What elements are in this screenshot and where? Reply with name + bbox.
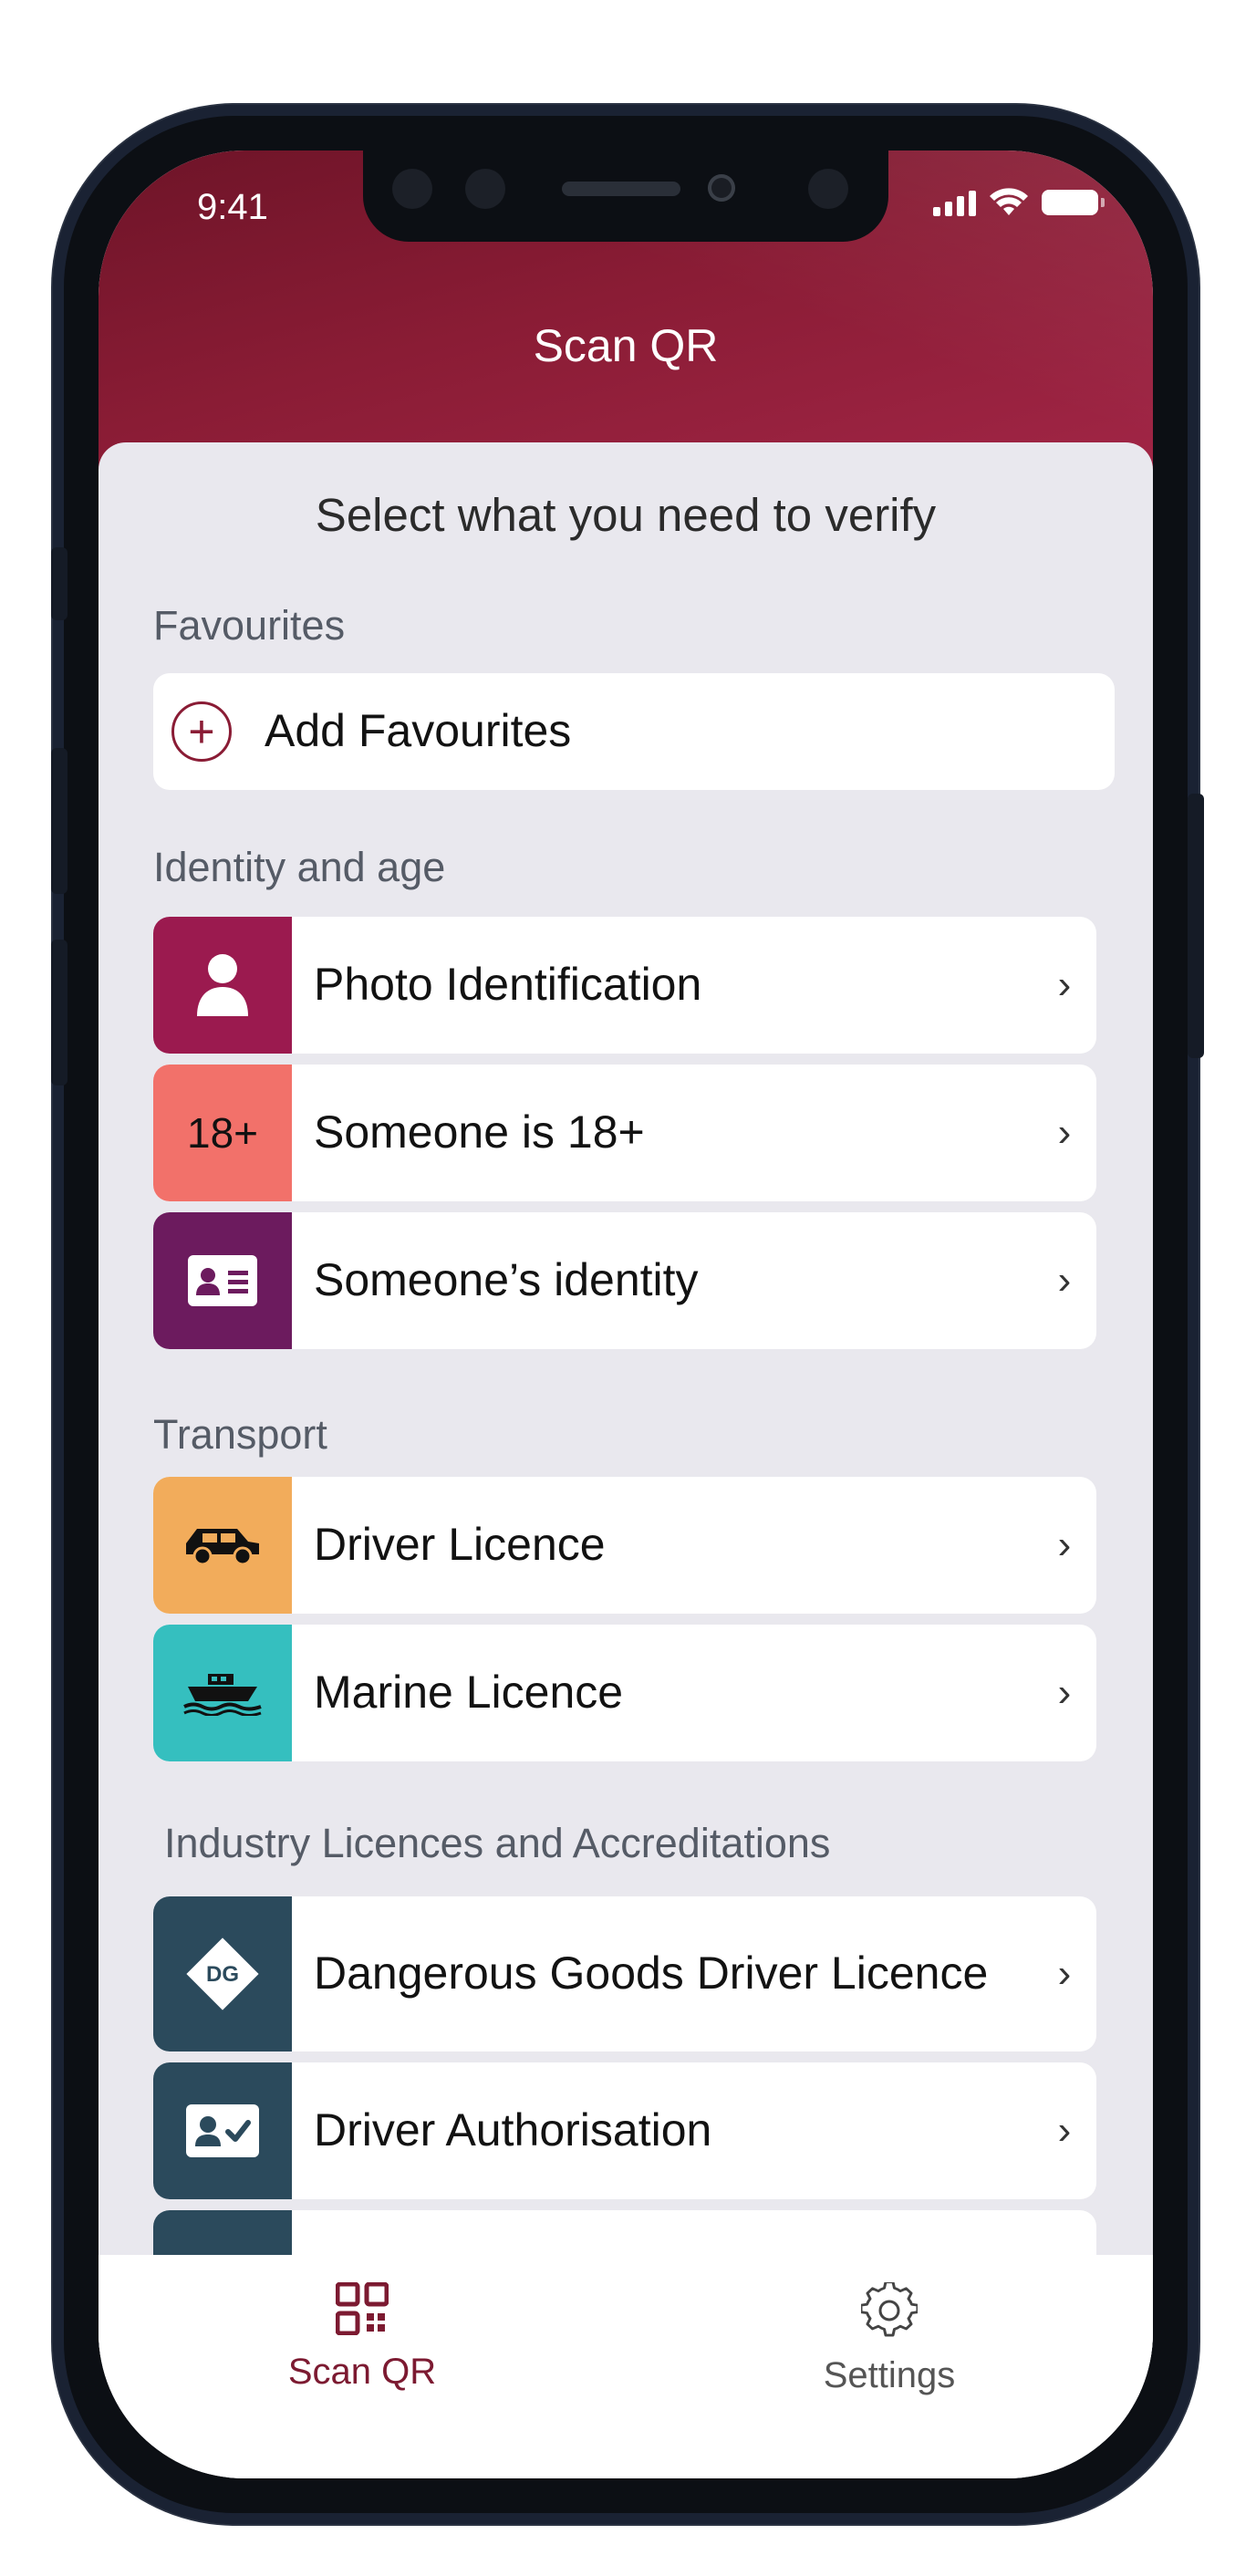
chevron-right-icon: › <box>1057 1951 1072 1996</box>
section-label-transport: Transport <box>153 1411 327 1458</box>
list-item-label: Marine Licence <box>314 1667 624 1719</box>
id-check-icon <box>186 2104 259 2157</box>
camera-lens <box>708 174 735 202</box>
speaker <box>562 182 680 196</box>
add-favourites-button[interactable]: + Add Favourites <box>153 673 1115 790</box>
list-item-label: Driver Authorisation <box>314 2104 712 2156</box>
list-item-driver-licence[interactable]: Driver Licence › <box>153 1477 1096 1614</box>
list-item-label: Driver Licence <box>314 1519 606 1571</box>
mute-switch <box>51 547 67 620</box>
sensor-dot <box>465 169 505 209</box>
signal-icon <box>933 189 976 216</box>
dg-diamond-icon: DG <box>186 1937 259 2010</box>
section-label-industry: Industry Licences and Accreditations <box>164 1820 831 1866</box>
plus-circle-icon: + <box>171 701 232 762</box>
driver-authorisation-tile <box>153 2062 292 2199</box>
gear-icon <box>861 2282 918 2337</box>
list-item-someones-identity[interactable]: Someone’s identity › <box>153 1212 1096 1349</box>
list-item-photo-identification[interactable]: Photo Identification › <box>153 917 1096 1054</box>
age-tile: 18+ <box>153 1065 292 1201</box>
sensor-dot <box>392 169 432 209</box>
page-title: Scan QR <box>533 320 719 371</box>
list-item-driver-authorisation[interactable]: Driver Authorisation › <box>153 2062 1096 2199</box>
dg-text: DG <box>206 1962 239 1987</box>
screen: 9:41 Scan QR Select what you need to ver… <box>99 151 1153 2478</box>
tab-scan-qr[interactable]: Scan QR <box>216 2282 508 2478</box>
main-content: Select what you need to verify Favourite… <box>99 442 1153 2358</box>
identity-tile <box>153 1212 292 1349</box>
power-button <box>1188 794 1204 1058</box>
list-item-label: Someone’s identity <box>314 1254 699 1306</box>
car-icon <box>186 1529 259 1566</box>
wifi-icon <box>990 188 1028 215</box>
battery-icon <box>1042 190 1105 215</box>
list-item-label: Dangerous Goods Driver Licence <box>314 1948 989 2000</box>
list-item-someone-18-plus[interactable]: 18+ Someone is 18+ › <box>153 1065 1096 1201</box>
person-icon <box>197 954 248 1016</box>
chevron-right-icon: › <box>1057 1258 1072 1303</box>
tab-label: Settings <box>823 2355 956 2395</box>
volume-up-button <box>51 748 67 894</box>
chevron-right-icon: › <box>1057 1110 1072 1155</box>
boat-icon <box>183 1674 262 1716</box>
list-item-label: Someone is 18+ <box>314 1106 645 1158</box>
list-item-marine-licence[interactable]: Marine Licence › <box>153 1625 1096 1761</box>
add-favourites-label: Add Favourites <box>265 705 572 757</box>
chevron-right-icon: › <box>1057 962 1072 1007</box>
chevron-right-icon: › <box>1057 2108 1072 2153</box>
notch <box>363 151 888 242</box>
eighteen-plus-icon: 18+ <box>186 1109 259 1157</box>
driver-licence-tile <box>153 1477 292 1614</box>
tab-bar: Scan QR Settings <box>99 2255 1153 2478</box>
tab-settings[interactable]: Settings <box>743 2282 1035 2478</box>
id-card-icon <box>188 1255 257 1306</box>
marine-licence-tile <box>153 1625 292 1761</box>
qr-icon <box>336 2282 389 2335</box>
chevron-right-icon: › <box>1057 1522 1072 1567</box>
chevron-right-icon: › <box>1057 1670 1072 1715</box>
section-label-identity: Identity and age <box>153 844 446 890</box>
tab-label: Scan QR <box>287 2352 437 2392</box>
section-label-favourites: Favourites <box>153 602 346 649</box>
list-item-dangerous-goods-driver-licence[interactable]: DG Dangerous Goods Driver Licence › <box>153 1896 1096 2051</box>
dangerous-goods-tile: DG <box>153 1896 292 2051</box>
list-item-label: Photo Identification <box>314 959 702 1011</box>
sensor-dot <box>808 169 848 209</box>
status-icons <box>933 187 1105 218</box>
volume-down-button <box>51 940 67 1085</box>
photo-id-tile <box>153 917 292 1054</box>
page-subtitle: Select what you need to verify <box>315 489 937 541</box>
status-time: 9:41 <box>197 187 268 227</box>
